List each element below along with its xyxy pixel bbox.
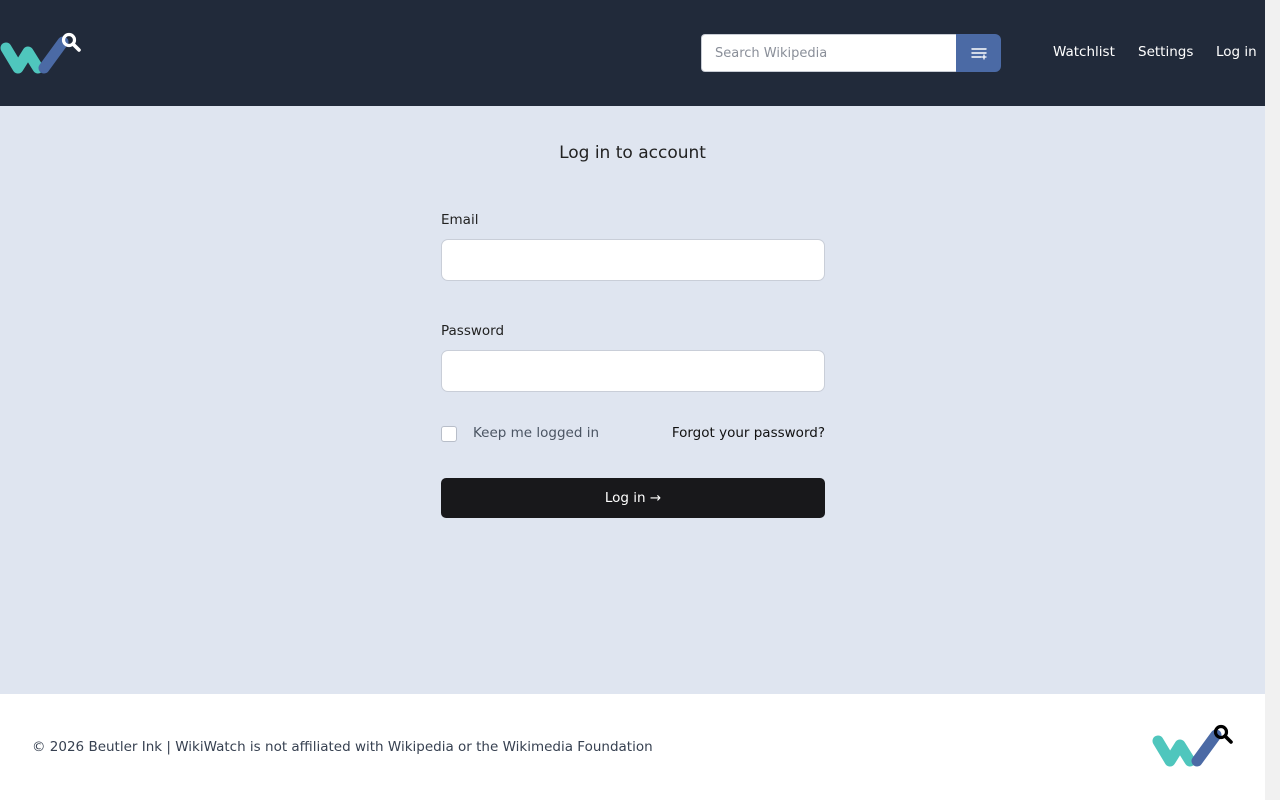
site-footer: © 2026 Beutler Ink | WikiWatch is not af… [0,694,1265,800]
site-header: Watchlist Settings Log in [0,0,1265,106]
nav-settings[interactable]: Settings [1138,44,1193,60]
page-scrollbar[interactable] [1265,0,1280,800]
page: Watchlist Settings Log in Log in to acco… [0,0,1265,800]
log-in-button[interactable]: Log in → [441,478,825,518]
forgot-password-link[interactable]: Forgot your password? [672,425,825,441]
email-label: Email [441,212,479,228]
password-label: Password [441,323,505,339]
login-options-row: Keep me logged in Forgot your password? [441,424,825,444]
nav-log-in[interactable]: Log in [1216,44,1257,60]
main-nav: Watchlist Settings Log in [0,44,1265,62]
keep-logged-in-label[interactable]: Keep me logged in [473,425,599,441]
login-form: Email Password Keep me logged in Forgot … [441,212,825,518]
page-title: Log in to account [559,143,706,163]
password-field[interactable] [441,350,825,392]
nav-watchlist[interactable]: Watchlist [1053,44,1115,60]
email-field[interactable] [441,239,825,281]
footer-copyright: © 2026 Beutler Ink | WikiWatch is not af… [32,739,653,755]
keep-logged-in-checkbox[interactable] [441,426,457,442]
wikiwatch-logo-icon[interactable] [1150,719,1236,769]
